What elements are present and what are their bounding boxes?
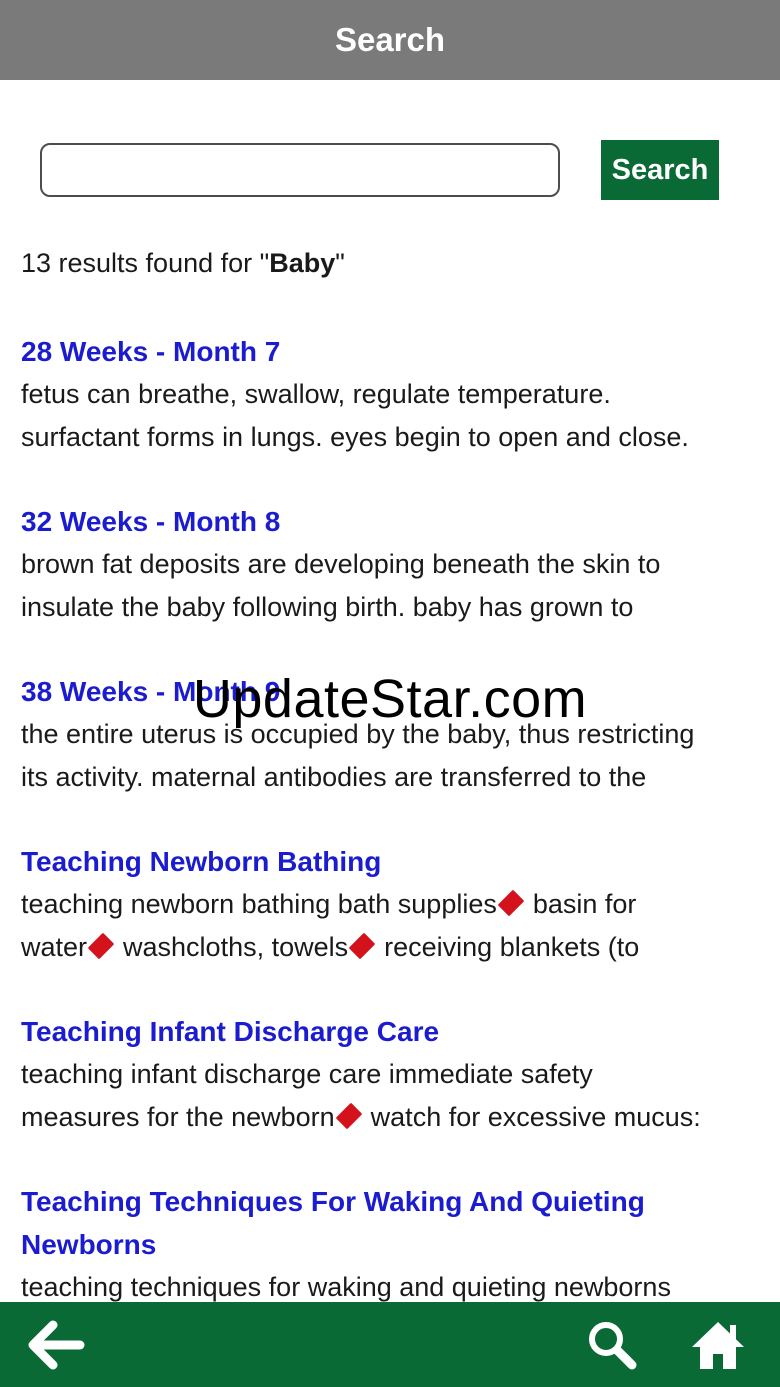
snippet-line: teaching techniques for waking and quiet… — [21, 1266, 766, 1302]
snippet-text: surfactant forms in lungs. eyes begin to… — [21, 422, 689, 452]
red-diamond-bullet-icon — [335, 1102, 362, 1130]
search-term: Baby — [269, 248, 336, 278]
search-form: Search — [0, 138, 780, 204]
back-button[interactable] — [24, 1314, 88, 1376]
red-diamond-bullet-icon — [87, 932, 115, 960]
result-item: 38 Weeks - Month 9 the entire uterus is o… — [21, 670, 766, 799]
snippet-line: its activity. maternal antibodies are tr… — [21, 756, 766, 799]
result-item: 28 Weeks - Month 7 fetus can breathe, swa… — [21, 330, 766, 459]
result-title-link[interactable]: 32 Weeks - Month 8 — [21, 500, 766, 543]
snippet-text: water — [21, 932, 88, 962]
result-title-link[interactable]: Teaching Newborn Bathing — [21, 840, 766, 883]
result-snippet: teaching techniques for waking and quiet… — [21, 1266, 766, 1302]
result-item: Teaching Newborn Bathing teaching newborn… — [21, 840, 766, 969]
red-diamond-bullet-icon — [348, 932, 376, 960]
snippet-text: measures for the newborn — [21, 1102, 335, 1132]
snippet-line: fetus can breathe, swallow, regulate tem… — [21, 373, 766, 416]
home-button[interactable] — [686, 1314, 750, 1376]
snippet-text: basin for — [532, 889, 637, 919]
snippet-text: receiving blankets (to — [384, 932, 640, 962]
snippet-text: fetus can breathe, swallow, regulate tem… — [21, 379, 611, 409]
result-snippet: fetus can breathe, swallow, regulate tem… — [21, 373, 766, 459]
results-summary: 13 results found for "Baby" — [21, 248, 345, 279]
result-title-link[interactable]: Teaching Infant Discharge Care — [21, 1010, 766, 1053]
result-item: Teaching Techniques For Waking And Quiet… — [21, 1180, 766, 1302]
search-button[interactable]: Search — [601, 140, 719, 200]
result-item: 32 Weeks - Month 8 brown fat deposits are… — [21, 500, 766, 629]
snippet-line: the entire uterus is occupied by the bab… — [21, 713, 766, 756]
snippet-text: brown fat deposits are developing beneat… — [21, 549, 661, 579]
snippet-text: teaching infant discharge care immediate… — [21, 1059, 593, 1089]
snippet-text: washcloths, towels — [123, 932, 349, 962]
snippet-text: the entire uterus is occupied by the bab… — [21, 719, 695, 749]
snippet-line: teaching newborn bathing bath supplies ba… — [21, 883, 766, 926]
snippet-line: water washcloths, towels receiving blanket… — [21, 926, 766, 969]
result-item: Teaching Infant Discharge Care teaching i… — [21, 1010, 766, 1139]
top-bar: Search — [0, 0, 780, 80]
result-title-link[interactable]: 28 Weeks - Month 7 — [21, 330, 766, 373]
snippet-line: insulate the baby following birth. baby … — [21, 586, 766, 629]
snippet-text: its activity. maternal antibodies are tr… — [21, 762, 647, 792]
snippet-text: teaching techniques for waking and quiet… — [21, 1272, 671, 1302]
snippet-text: teaching newborn bathing bath supplies — [21, 889, 497, 919]
summary-prefix: 13 results found for " — [21, 248, 270, 278]
house-icon — [692, 1322, 744, 1369]
results-list: 28 Weeks - Month 7 fetus can breathe, swa… — [21, 330, 766, 1302]
snippet-line: surfactant forms in lungs. eyes begin to… — [21, 416, 766, 459]
arrow-left-icon — [28, 1320, 85, 1370]
search-input[interactable] — [40, 143, 560, 197]
result-title-link[interactable]: 38 Weeks - Month 9 — [21, 670, 766, 713]
snippet-line: measures for the newborn watch for excess… — [21, 1096, 766, 1139]
bottom-nav-bar — [0, 1302, 780, 1387]
snippet-line: teaching infant discharge care immediate… — [21, 1053, 766, 1096]
snippet-text: insulate the baby following birth. baby … — [21, 592, 634, 622]
snippet-text: watch for excessive mucus: — [370, 1102, 701, 1132]
snippet-line: brown fat deposits are developing beneat… — [21, 543, 766, 586]
result-snippet: the entire uterus is occupied by the bab… — [21, 713, 766, 799]
page-title: Search — [334, 21, 446, 58]
result-snippet: teaching infant discharge care immediate… — [21, 1053, 766, 1139]
summary-suffix: " — [335, 248, 345, 278]
result-snippet: brown fat deposits are developing beneat… — [21, 543, 766, 629]
red-diamond-bullet-icon — [497, 889, 525, 917]
search-nav-button[interactable] — [580, 1314, 644, 1376]
result-title-link[interactable]: Teaching Techniques For Waking And Quiet… — [21, 1180, 766, 1266]
result-snippet: teaching newborn bathing bath supplies ba… — [21, 883, 766, 969]
magnifier-icon — [589, 1322, 637, 1370]
